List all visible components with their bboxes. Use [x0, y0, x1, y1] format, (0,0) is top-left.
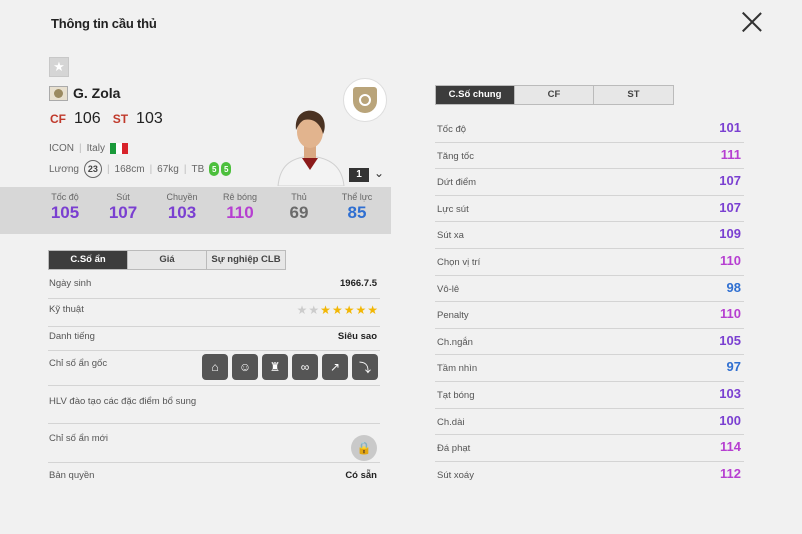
- tab-st[interactable]: ST: [594, 86, 673, 104]
- trophy-ball-icon[interactable]: ♜: [262, 354, 288, 380]
- list-item: Sút xoáy 112: [437, 465, 741, 481]
- info-row-reputation: Danh tiếng Siêu sao: [48, 331, 380, 351]
- star-icon: ★: [331, 303, 343, 317]
- info-row-hidden-traits: Chỉ số ẩn gốc ⌂ ☺ ♜ ∞ ↗ ⤵: [48, 354, 380, 386]
- enhance-level-badge: 1: [349, 168, 369, 182]
- page-title: Thông tin cầu thủ: [51, 16, 157, 31]
- player-name-row: G. Zola: [49, 85, 120, 101]
- summary-stat: Chuyền 103: [166, 192, 198, 222]
- attribute-list: Tốc độ 101 Tăng tốc 111 Dứt điểm 107 Lực sú…: [435, 116, 744, 488]
- summary-stat: Thể lực 85: [341, 192, 373, 222]
- list-item: Dứt điểm 107: [435, 169, 744, 196]
- height-value: 168cm: [114, 163, 145, 175]
- nation-label: Italy: [86, 143, 105, 154]
- summary-stats-bar: Tốc độ 105 Sút 107 Chuyền 103 Rê bóng 11…: [0, 187, 391, 234]
- body-type: TB: [191, 163, 205, 175]
- lock-icon[interactable]: 🔒: [351, 435, 377, 461]
- position-1: CF: [50, 112, 66, 126]
- list-item: Sút xa 109: [435, 222, 744, 249]
- star-icon: ★: [308, 303, 320, 317]
- list-item: Tạt bóng 103: [435, 382, 744, 409]
- info-row-skill: Kỹ thuật ★ ★ ★ ★ ★ ★ ★: [48, 303, 380, 327]
- curve-icon[interactable]: ⤵: [352, 354, 378, 380]
- weak-foot-icon: 5: [209, 162, 220, 176]
- strong-foot-icon: 5: [221, 162, 232, 176]
- info-row-dob: Ngày sinh 1966.7.5: [48, 278, 380, 299]
- list-item: Lực sút 107: [435, 196, 744, 223]
- right-tabs: C.Số chung CF ST: [435, 85, 674, 105]
- star-icon: ★: [355, 303, 367, 317]
- skill-stars: ★ ★ ★ ★ ★ ★ ★: [297, 303, 378, 317]
- summary-stat: Sút 107: [108, 192, 138, 222]
- player-meta-line-2: Lương 23 | 168cm | 67kg | TB 5 5: [49, 160, 232, 178]
- position-ratings: CF 106 ST 103: [50, 110, 169, 128]
- favorite-star-button[interactable]: ★: [49, 57, 69, 77]
- italy-flag-icon: [109, 143, 128, 154]
- chevron-down-icon[interactable]: ⌄: [374, 166, 384, 180]
- season-label: ICON: [49, 143, 74, 154]
- star-icon: ★: [296, 303, 308, 317]
- tab-price[interactable]: Giá: [128, 251, 207, 269]
- icon-club-badge: [343, 78, 387, 122]
- list-item: Ch.dài 100: [435, 409, 744, 436]
- position-2-ovr: 103: [136, 110, 163, 127]
- list-item: Penalty 110: [435, 302, 744, 329]
- position-1-ovr: 106: [74, 110, 101, 127]
- icon-season-icon: [49, 85, 68, 101]
- head-icon[interactable]: ☺: [232, 354, 258, 380]
- cross-icon[interactable]: ↗: [322, 354, 348, 380]
- tab-club-career[interactable]: Sự nghiệp CLB: [207, 251, 285, 269]
- tab-general-stats[interactable]: C.Số chung: [436, 86, 515, 104]
- close-icon[interactable]: [740, 10, 764, 34]
- star-icon: ★: [367, 303, 378, 317]
- left-tabs: C.Số ẩn Giá Sự nghiệp CLB: [48, 250, 286, 270]
- list-item: Ch.ngắn 105: [435, 329, 744, 356]
- summary-stat: Tốc độ 105: [50, 192, 80, 222]
- salary-label: Lương: [49, 163, 79, 175]
- list-item: Chọn vị trí 110: [435, 249, 744, 276]
- position-2: ST: [112, 112, 129, 126]
- goal-net-icon[interactable]: ⌂: [202, 354, 228, 380]
- list-item: Đá phạt 114: [435, 435, 744, 462]
- star-icon: ★: [320, 303, 331, 317]
- summary-stat: Thủ 69: [289, 192, 309, 222]
- star-icon: ★: [343, 303, 355, 317]
- list-item: Vô-lê 98: [435, 276, 744, 303]
- player-meta-line-1: ICON | Italy: [49, 143, 128, 154]
- weight-value: 67kg: [157, 163, 179, 175]
- summary-stat: Rê bóng 110: [222, 192, 258, 222]
- list-item: Tốc độ 101: [435, 116, 744, 143]
- trait-icons: ⌂ ☺ ♜ ∞ ↗ ⤵: [202, 354, 378, 380]
- info-row-new-hidden: Chỉ số ẩn mới 🔒: [48, 433, 380, 463]
- list-item: Tăng tốc 111: [435, 143, 744, 170]
- info-row-coach: HLV đào tạo các đặc điểm bổ sung: [48, 396, 380, 424]
- player-name: G. Zola: [73, 85, 121, 101]
- list-item: Tầm nhìn 97: [435, 355, 744, 382]
- salary-badge: 23: [83, 160, 102, 178]
- info-row-rights: Bản quyền Có sẵn: [49, 470, 377, 481]
- tab-hidden-stats[interactable]: C.Số ẩn: [49, 251, 128, 269]
- player-photo: [277, 110, 345, 186]
- dribble-icon[interactable]: ∞: [292, 354, 318, 380]
- tab-cf[interactable]: CF: [515, 86, 594, 104]
